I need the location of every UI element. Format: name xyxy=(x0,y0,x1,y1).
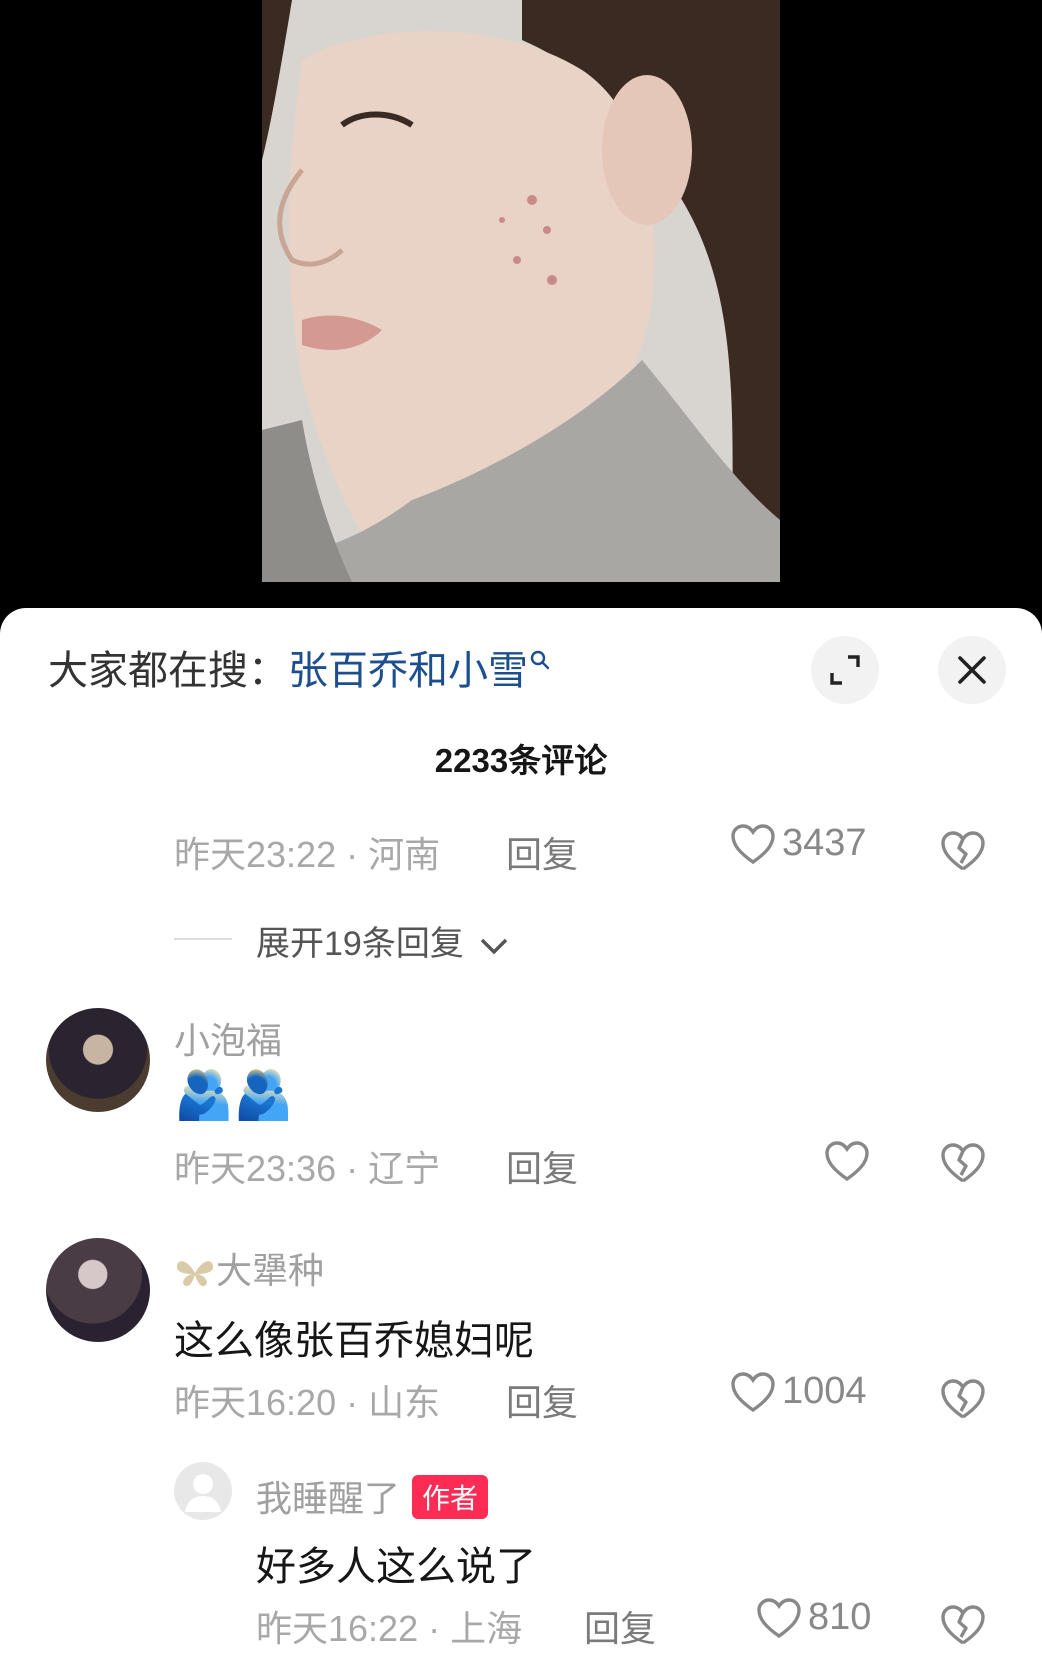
reply-button[interactable]: 回复 xyxy=(506,826,578,878)
comment-meta: 昨天23:36 · 辽宁 xyxy=(174,1148,441,1189)
username-block[interactable]: 我睡醒了 作者 xyxy=(256,1470,489,1523)
comment-meta: 昨天23:22 · 河南 xyxy=(174,834,441,875)
avatar[interactable] xyxy=(46,1238,150,1342)
expand-icon xyxy=(830,655,860,685)
like-count: 3437 xyxy=(782,822,867,864)
default-avatar-icon xyxy=(185,1474,221,1512)
like-button[interactable]: 1004 xyxy=(730,1370,867,1413)
comment-emoji: 🫂🫂 xyxy=(174,1069,294,1122)
search-icon xyxy=(530,650,550,670)
like-button[interactable]: 810 xyxy=(756,1596,871,1639)
search-prefix: 大家都在搜： xyxy=(48,649,288,693)
expand-replies-button[interactable]: 展开19条回复 xyxy=(256,916,509,965)
broken-heart-icon[interactable] xyxy=(940,1140,986,1186)
close-button[interactable] xyxy=(938,636,1006,704)
comment-meta: 昨天16:22 · 上海 xyxy=(256,1608,523,1649)
sheet-header: 大家都在搜：张百乔和小雪 2233条评论 xyxy=(0,608,1042,779)
broken-heart-icon[interactable] xyxy=(940,1602,986,1648)
username: 我睡醒了 xyxy=(256,1478,401,1519)
comment-text: 好多人这么说了 xyxy=(256,1545,536,1589)
chevron-down-icon xyxy=(481,938,508,955)
avatar[interactable] xyxy=(46,1008,150,1112)
avatar[interactable] xyxy=(174,1462,232,1520)
reply-button[interactable]: 回复 xyxy=(506,1374,578,1426)
broken-heart-icon[interactable] xyxy=(940,1376,986,1422)
like-button[interactable]: 3437 xyxy=(730,822,867,865)
broken-heart-icon[interactable] xyxy=(940,828,986,874)
like-count: 1004 xyxy=(782,1370,867,1412)
comment-text: 这么像张百乔媳妇呢 xyxy=(174,1319,534,1363)
heart-icon xyxy=(731,823,775,864)
heart-icon xyxy=(757,1597,801,1638)
heart-icon xyxy=(731,1371,775,1412)
post-photo[interactable] xyxy=(262,0,780,582)
username-block[interactable]: 大犟种 xyxy=(174,1242,324,1294)
search-suggestion[interactable]: 大家都在搜：张百乔和小雪 xyxy=(48,638,550,696)
username: 大犟种 xyxy=(216,1250,325,1291)
comment-sheet: 大家都在搜：张百乔和小雪 2233条评论 昨天23:22 · 河南 回复 343… xyxy=(0,608,1042,1657)
heart-icon[interactable] xyxy=(824,1140,870,1182)
reply-button[interactable]: 回复 xyxy=(506,1140,578,1192)
fullscreen-button[interactable] xyxy=(811,636,879,704)
comment-count: 2233条评论 xyxy=(434,742,608,779)
butterfly-icon xyxy=(176,1261,214,1287)
search-term[interactable]: 张百乔和小雪 xyxy=(288,649,528,693)
like-count: 810 xyxy=(808,1596,872,1638)
divider-line xyxy=(174,938,232,940)
media-viewer[interactable] xyxy=(0,0,1042,620)
comment-meta: 昨天16:20 · 山东 xyxy=(174,1382,441,1423)
username[interactable]: 小泡福 xyxy=(174,1012,282,1064)
close-icon xyxy=(958,656,986,684)
author-badge: 作者 xyxy=(412,1475,489,1520)
expand-replies-label: 展开19条回复 xyxy=(256,925,464,963)
reply-button[interactable]: 回复 xyxy=(584,1600,656,1652)
